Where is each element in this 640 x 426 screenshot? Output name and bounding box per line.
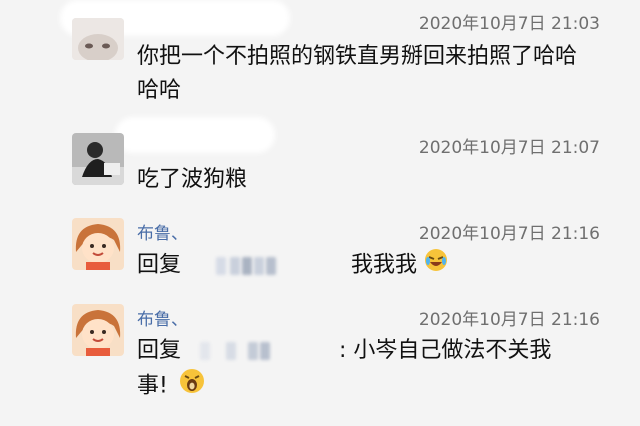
timestamp-4: 2020年10月7日 21:16 bbox=[418, 310, 600, 330]
reply-text-3: 我我我 bbox=[351, 252, 418, 278]
avatar-4[interactable] bbox=[72, 304, 124, 356]
shocked-face-emoji-icon bbox=[179, 368, 205, 405]
avatar-3[interactable] bbox=[72, 218, 124, 270]
laugh-cry-emoji-icon bbox=[424, 248, 448, 283]
message-text-3: 回复 我我我 bbox=[137, 248, 607, 283]
avatar-2[interactable] bbox=[72, 133, 124, 185]
reply-prefix-4: 回复 bbox=[137, 338, 182, 363]
message-text-1: 你把一个不拍照的钢铁直男掰回来拍照了哈哈哈哈 bbox=[137, 44, 578, 103]
message-text-4: 回复 : 小岑自己做法不关我事! bbox=[137, 334, 577, 405]
avatar-1[interactable] bbox=[72, 18, 124, 60]
message-text-2: 吃了波狗粮 bbox=[137, 167, 248, 192]
redacted-mention-4 bbox=[192, 340, 332, 362]
avatar-cartoon-girl-3 bbox=[72, 218, 124, 270]
avatar-photo-2 bbox=[72, 133, 124, 185]
timestamp-2: 2020年10月7日 21:07 bbox=[418, 138, 600, 158]
reply-prefix-3: 回复 bbox=[137, 252, 182, 278]
avatar-cartoon-girl-4 bbox=[72, 304, 124, 356]
timestamp-1: 2020年10月7日 21:03 bbox=[418, 14, 600, 34]
timestamp-3: 2020年10月7日 21:16 bbox=[418, 224, 600, 244]
redacted-mention-3 bbox=[194, 255, 344, 277]
sender-name-4[interactable]: 布鲁、 bbox=[137, 305, 188, 330]
sender-name-3[interactable]: 布鲁、 bbox=[137, 219, 188, 244]
avatar-photo-1 bbox=[72, 18, 124, 60]
redacted-name-2 bbox=[115, 117, 275, 153]
